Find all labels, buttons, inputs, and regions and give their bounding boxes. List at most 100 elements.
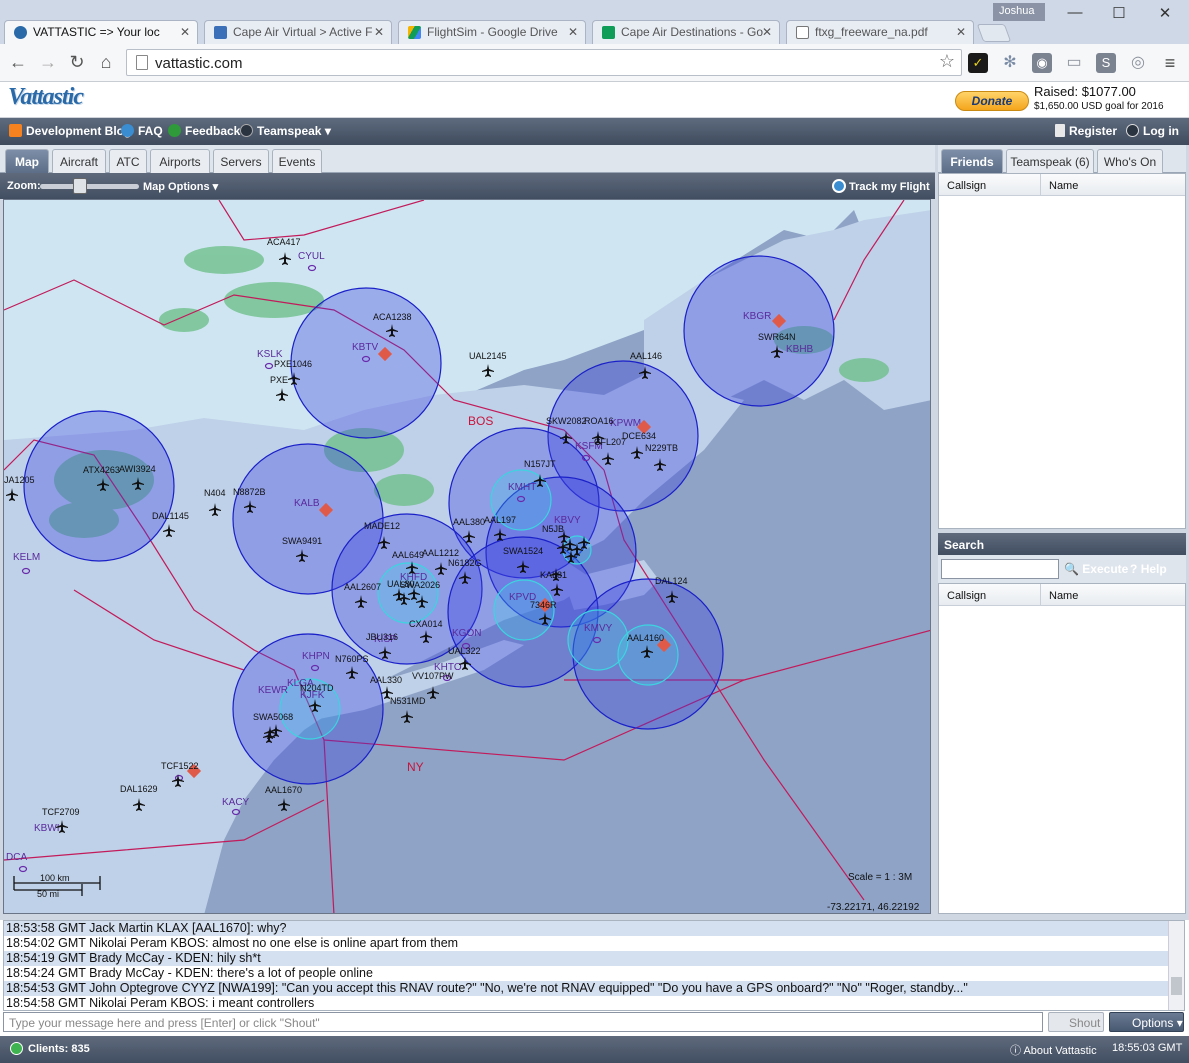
svg-text:N531MD: N531MD — [390, 696, 426, 706]
column-header-name[interactable]: Name — [1041, 174, 1185, 196]
close-tab-icon[interactable]: ✕ — [374, 25, 384, 39]
cast-extension-icon[interactable]: ▭ — [1064, 53, 1084, 73]
browser-tab-pdf[interactable]: ftxg_freeware_na.pdf ✕ — [786, 20, 974, 44]
region-label: BOS — [468, 414, 493, 428]
browser-tab-drive[interactable]: FlightSim - Google Drive ✕ — [398, 20, 586, 44]
profile-badge[interactable]: Joshua — [993, 3, 1045, 21]
chat-scrollbar[interactable] — [1168, 921, 1184, 1010]
blogger-icon — [9, 124, 22, 137]
svg-text:JBU316: JBU316 — [366, 632, 398, 642]
privacy-extension-icon[interactable]: ◎ — [1128, 53, 1148, 73]
close-tab-icon[interactable]: ✕ — [180, 25, 190, 39]
traffic-map[interactable]: BOS NY CYUL KSLK KBTV KBGR KBHB KPWM KSF… — [3, 199, 931, 914]
reload-icon[interactable]: ↻ — [65, 52, 89, 73]
chat-input[interactable]: Type your message here and press [Enter]… — [3, 1012, 1043, 1032]
tab-airports[interactable]: Airports — [150, 149, 210, 173]
login-icon — [1126, 124, 1139, 137]
close-tab-icon[interactable]: ✕ — [762, 25, 772, 39]
svg-text:AAL330: AAL330 — [370, 675, 402, 685]
back-icon[interactable]: ← — [6, 52, 30, 73]
extension-icon[interactable]: ◉ — [1032, 53, 1052, 73]
minimize-icon[interactable]: — — [1060, 4, 1090, 21]
svg-text:DAL1145: DAL1145 — [152, 511, 189, 521]
airport-label[interactable]: KBHB — [786, 344, 814, 355]
airport-label[interactable]: KALB — [294, 498, 320, 509]
stylus-extension-icon[interactable]: S — [1096, 53, 1116, 73]
airport-label[interactable]: KHPN — [302, 651, 330, 662]
nav-teamspeak[interactable]: Teamspeak ▾ — [240, 124, 331, 138]
nav-faq[interactable]: FAQ — [121, 124, 163, 138]
chat-message: 18:53:58 GMT Jack Martin KLAX [AAL1670]:… — [4, 921, 1184, 936]
close-tab-icon[interactable]: ✕ — [568, 25, 578, 39]
airport-label[interactable]: CYUL — [298, 251, 325, 262]
column-header-name[interactable]: Name — [1041, 584, 1185, 606]
maximize-icon[interactable]: ☐ — [1104, 4, 1134, 22]
menu-icon[interactable]: ≡ — [1160, 53, 1180, 73]
browser-tab-vattastic[interactable]: VATTASTIC => Your loc ✕ — [4, 20, 198, 44]
airport-label[interactable]: KMHT — [508, 482, 536, 493]
close-tab-icon[interactable]: ✕ — [956, 25, 966, 39]
airport-label[interactable]: KEWR — [258, 685, 288, 696]
norton-extension-icon[interactable]: ✓ — [968, 53, 988, 73]
airport-label[interactable]: KGON — [452, 628, 481, 639]
zoom-slider-handle[interactable] — [73, 178, 87, 194]
aircraft[interactable]: N531MD — [390, 696, 426, 723]
scrollbar-thumb[interactable] — [1171, 977, 1182, 995]
forward-icon[interactable]: → — [36, 52, 60, 73]
aircraft[interactable]: AAL1670 — [265, 785, 302, 811]
site-logo[interactable]: Vattastic — [8, 84, 84, 111]
airport-label[interactable]: KPWM — [610, 418, 641, 429]
tab-teamspeak[interactable]: Teamspeak (6) — [1006, 149, 1094, 173]
nav-development-blog[interactable]: Development Blog — [9, 124, 131, 138]
airport-label[interactable]: KBTV — [352, 342, 378, 353]
chat-log[interactable]: 18:53:58 GMT Jack Martin KLAX [AAL1670]:… — [3, 920, 1185, 1011]
register-icon — [1055, 124, 1065, 137]
help-button[interactable]: ? Help — [1130, 562, 1167, 576]
execute-button[interactable]: 🔍 Execute — [1064, 562, 1128, 576]
tab-whos-on[interactable]: Who's On — [1097, 149, 1163, 173]
tab-aircraft[interactable]: Aircraft — [52, 149, 106, 173]
home-icon[interactable]: ⌂ — [94, 52, 118, 73]
search-input[interactable] — [941, 559, 1059, 579]
airport-label[interactable]: KACY — [222, 797, 250, 808]
svg-text:UAL322: UAL322 — [448, 646, 481, 656]
help-icon: ? — [1130, 562, 1138, 576]
tab-events[interactable]: Events — [272, 149, 322, 173]
tab-atc[interactable]: ATC — [109, 149, 147, 173]
tab-map[interactable]: Map — [5, 149, 49, 173]
tab-friends[interactable]: Friends — [941, 149, 1003, 173]
zoom-label: Zoom: — [7, 180, 41, 192]
nav-register[interactable]: Register — [1055, 124, 1117, 138]
column-header-callsign[interactable]: Callsign — [939, 584, 1041, 606]
airport-label[interactable]: KELM — [13, 552, 40, 563]
nav-feedback[interactable]: Feedback — [168, 124, 240, 138]
airport-label[interactable]: KBGR — [743, 311, 771, 322]
browser-tab-sheets[interactable]: Cape Air Destinations - Go ✕ — [592, 20, 780, 44]
zoom-slider[interactable] — [40, 184, 139, 189]
options-button[interactable]: Options ▾ — [1109, 1012, 1184, 1032]
airport-label[interactable]: KMVY — [584, 623, 613, 634]
address-bar[interactable]: vattastic.com ☆ — [126, 49, 962, 76]
new-tab-button[interactable] — [976, 24, 1012, 42]
airport-label[interactable]: DCA — [6, 852, 27, 863]
bookmark-star-icon[interactable]: ☆ — [939, 51, 955, 72]
utc-clock: 18:55:03 GMT — [1112, 1042, 1183, 1054]
shout-button[interactable]: Shout — [1048, 1012, 1104, 1032]
close-window-icon[interactable]: ✕ — [1150, 4, 1180, 22]
snowflake-extension-icon[interactable]: ✻ — [1000, 53, 1020, 73]
svg-text:MADE12: MADE12 — [364, 521, 400, 531]
tab-servers[interactable]: Servers — [213, 149, 269, 173]
donate-button[interactable]: Donate — [955, 91, 1029, 111]
column-header-callsign[interactable]: Callsign — [939, 174, 1041, 196]
about-link[interactable]: ⓘ About Vattastic — [1010, 1042, 1097, 1058]
map-options-dropdown[interactable]: Map Options ▾ — [143, 180, 218, 193]
nav-login[interactable]: Log in — [1126, 124, 1179, 138]
chat-message: 18:54:58 GMT Nikolai Peram KBOS: i meant… — [6, 996, 315, 1010]
svg-text:ATX4263: ATX4263 — [83, 465, 120, 475]
track-flight-button[interactable]: Track my Flight — [832, 179, 930, 193]
browser-tab-cape-air[interactable]: Cape Air Virtual > Active F ✕ — [204, 20, 392, 44]
map-canvas[interactable]: BOS NY CYUL KSLK KBTV KBGR KBHB KPWM KSF… — [4, 200, 931, 914]
airport-label[interactable]: KBWI — [34, 823, 60, 834]
drive-icon — [408, 26, 421, 39]
raised-amount: Raised: $1077.00 — [1034, 84, 1136, 99]
